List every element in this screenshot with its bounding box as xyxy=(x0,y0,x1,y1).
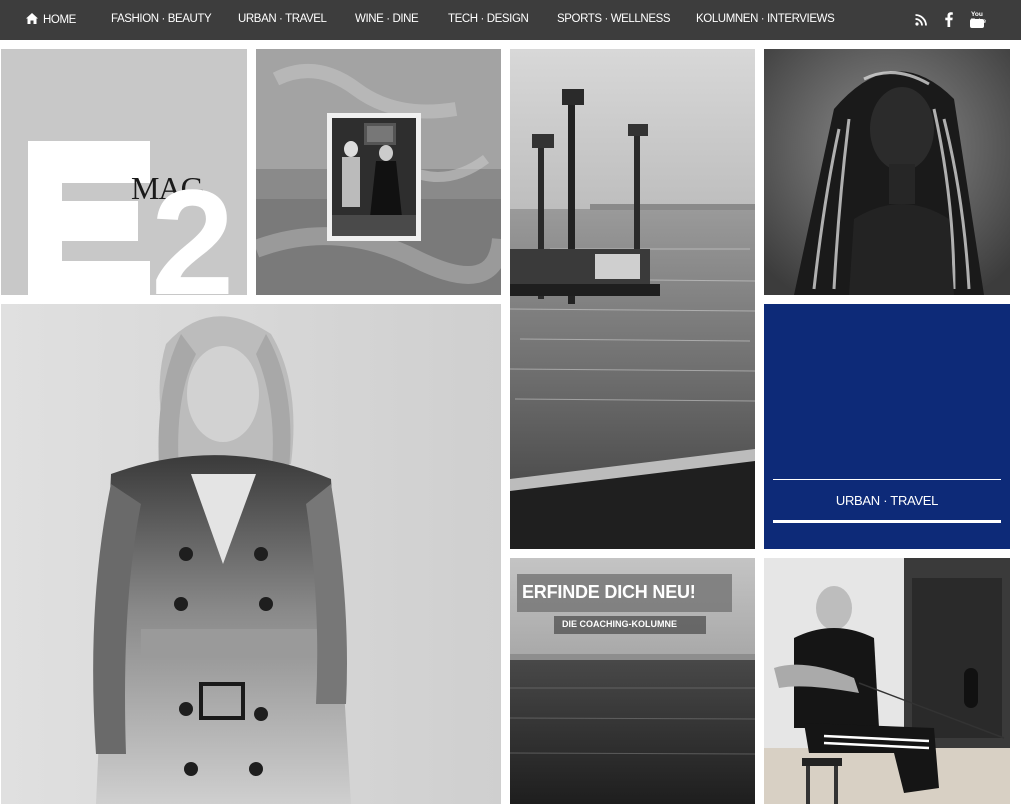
nav-urban-travel[interactable]: URBAN · TRAVEL xyxy=(238,13,327,25)
urban-travel-top-line xyxy=(773,479,1001,480)
harbour-photo-tile[interactable] xyxy=(510,49,755,549)
framed-photo-wall-tile[interactable] xyxy=(256,49,501,295)
nav-tech-design[interactable]: TECH · DESIGN xyxy=(448,13,529,25)
framed-photo-wall-image xyxy=(256,49,501,295)
nav-tech-design-label: TECH · DESIGN xyxy=(448,13,529,25)
nav-fashion-beauty-label: FASHION · BEAUTY xyxy=(111,13,212,25)
rss-icon[interactable] xyxy=(915,14,927,26)
nav-wine-dine[interactable]: WINE · DINE xyxy=(355,13,419,25)
nav-fashion-beauty[interactable]: FASHION · BEAUTY xyxy=(111,13,212,25)
fashion-trenchcoat-tile[interactable] xyxy=(1,304,501,804)
nav-home[interactable]: HOME xyxy=(26,13,76,26)
gym-workout-image xyxy=(764,558,1010,804)
portrait-headscarf-tile[interactable] xyxy=(764,49,1010,295)
nav-wine-dine-label: WINE · DINE xyxy=(355,13,419,25)
logo-letter-e xyxy=(28,141,150,295)
nav-kolumnen-interviews[interactable]: KOLUMNEN · INTERVIEWS xyxy=(696,13,835,25)
facebook-icon[interactable] xyxy=(945,12,953,27)
e2-mag-logo-tile[interactable]: MAG 2 xyxy=(1,49,247,295)
coaching-title: ERFINDE DICH NEU! xyxy=(522,582,696,602)
nav-sports-wellness-label: SPORTS · WELLNESS xyxy=(557,13,671,25)
harbour-photo-image xyxy=(510,49,755,549)
youtube-icon[interactable]: You Tube xyxy=(970,11,987,28)
nav-kolumnen-interviews-label: KOLUMNEN · INTERVIEWS xyxy=(696,13,835,25)
nav-sports-wellness[interactable]: SPORTS · WELLNESS xyxy=(557,13,671,25)
home-icon xyxy=(26,13,38,24)
coaching-column-tile[interactable]: ERFINDE DICH NEU! DIE COACHING-KOLUMNE xyxy=(510,558,755,804)
nav-home-label: HOME xyxy=(43,14,76,26)
portrait-headscarf-image xyxy=(764,49,1010,295)
fashion-trenchcoat-image xyxy=(1,304,501,804)
urban-travel-tile[interactable]: URBAN · TRAVEL xyxy=(764,304,1010,549)
main-nav: HOME FASHION · BEAUTY URBAN · TRAVEL WIN… xyxy=(0,0,1021,40)
nav-urban-travel-label: URBAN · TRAVEL xyxy=(238,13,327,25)
youtube-icon-text: You Tube xyxy=(971,11,987,25)
logo-number-two: 2 xyxy=(151,158,234,295)
coaching-subtitle: DIE COACHING-KOLUMNE xyxy=(562,619,677,629)
urban-travel-label[interactable]: URBAN · TRAVEL xyxy=(764,493,1010,508)
urban-travel-bottom-line xyxy=(773,520,1001,523)
gym-workout-tile[interactable] xyxy=(764,558,1010,804)
